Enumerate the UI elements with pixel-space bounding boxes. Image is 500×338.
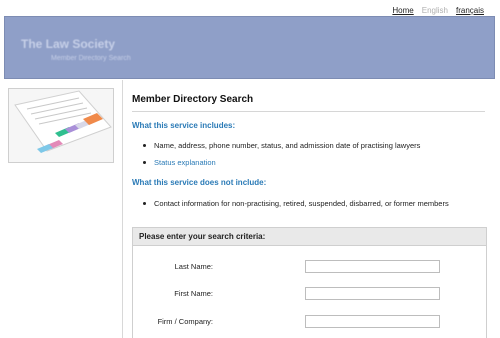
list-item: Contact information for non-practising, … [143,199,449,208]
search-criteria-panel: Please enter your search criteria: Last … [132,227,487,338]
excludes-item-text: Contact information for non-practising, … [154,199,449,208]
page-title: Member Directory Search [132,94,254,105]
banner-title: The Law Society [21,37,116,51]
main-content: Member Directory Search What this servic… [123,80,500,338]
list-item: Name, address, phone number, status, and… [143,141,420,150]
bullet-icon [143,144,146,147]
home-link[interactable]: Home [392,6,413,15]
bullet-icon [143,161,146,164]
site-banner: The Law Society Member Directory Search [4,16,495,79]
documents-icon [9,89,113,162]
title-divider [132,111,485,112]
francais-link[interactable]: français [456,6,484,15]
first-name-label: First Name: [174,289,213,298]
first-name-field[interactable] [305,287,440,300]
firm-field[interactable] [305,315,440,328]
bullet-icon [143,202,146,205]
status-explanation-link[interactable]: Status explanation [154,158,216,167]
sidebar [0,80,123,338]
list-item: Status explanation [143,158,216,167]
language-nav: Home English français [392,6,484,15]
search-criteria-heading: Please enter your search criteria: [133,228,486,246]
includes-item-text: Name, address, phone number, status, and… [154,141,421,150]
last-name-field[interactable] [305,260,440,273]
document-tabs-image [8,88,114,163]
includes-heading: What this service includes: [132,121,236,130]
english-link: English [421,6,448,15]
last-name-label: Last Name: [174,262,213,271]
excludes-heading: What this service does not include: [132,178,267,187]
firm-label: Firm / Company: [157,317,213,326]
banner-subtitle: Member Directory Search [51,55,131,62]
